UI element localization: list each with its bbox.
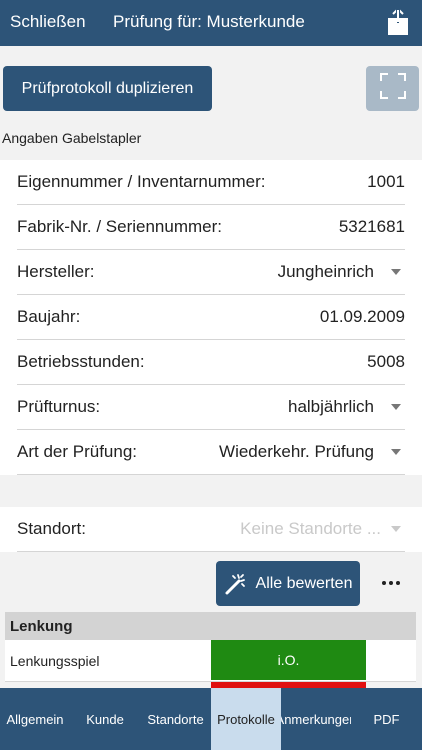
field-value[interactable]: Keine Standorte ... xyxy=(240,519,405,539)
field-label: Standort: xyxy=(17,519,86,538)
more-icon[interactable] xyxy=(378,572,404,594)
field-inventory-number[interactable]: Eigennummer / Inventarnummer: 1001 xyxy=(17,160,405,205)
rate-all-label: Alle bewerten xyxy=(255,574,353,592)
checklist-item: Lenkungsspiel i.O. xyxy=(5,640,416,682)
field-operating-hours[interactable]: Betriebsstunden: 5008 xyxy=(17,340,405,385)
field-value[interactable]: 1001 xyxy=(367,172,405,192)
duplicate-protocol-button[interactable]: Prüfprotokoll duplizieren xyxy=(3,66,212,111)
page-title: Prüfung für: Musterkunde xyxy=(113,12,305,31)
section-label: Angaben Gabelstapler xyxy=(2,130,142,146)
magic-wand-icon xyxy=(225,573,245,594)
tab-general[interactable]: Allgemein xyxy=(0,688,70,750)
chevron-down-icon xyxy=(391,404,401,410)
field-value[interactable]: halbjährlich xyxy=(288,397,405,417)
field-label: Hersteller: xyxy=(17,262,95,281)
chevron-down-icon xyxy=(391,449,401,455)
field-value[interactable]: Wiederkehr. Prüfung xyxy=(219,442,405,462)
fullscreen-icon xyxy=(379,73,406,104)
tab-pdf[interactable]: PDF xyxy=(351,688,422,750)
field-value[interactable]: Jungheinrich xyxy=(278,262,405,282)
share-icon[interactable] xyxy=(386,7,410,36)
close-button[interactable]: Schließen xyxy=(10,12,86,32)
tab-notes[interactable]: Anmerkungen xyxy=(281,688,351,750)
chevron-down-icon xyxy=(391,526,401,532)
field-year-of-manufacture[interactable]: Baujahr: 01.09.2009 xyxy=(17,295,405,340)
field-value[interactable]: 5321681 xyxy=(339,217,405,237)
field-serial-number[interactable]: Fabrik-Nr. / Seriennummer: 5321681 xyxy=(17,205,405,250)
bottom-tab-bar: Allgemein Kunde Standorte Protokolle Anm… xyxy=(0,688,422,750)
fullscreen-button[interactable] xyxy=(366,66,419,111)
status-ok-button[interactable]: i.O. xyxy=(211,640,366,680)
checklist-item-label: Lenkungsspiel xyxy=(10,653,100,669)
chevron-down-icon xyxy=(391,269,401,275)
field-location-select[interactable]: Standort: Keine Standorte ... xyxy=(17,507,405,552)
field-label: Prüfturnus: xyxy=(17,397,101,416)
location-section: Standort: Keine Standorte ... xyxy=(0,507,422,552)
field-value[interactable]: 5008 xyxy=(367,352,405,372)
checklist-group-header: Lenkung xyxy=(5,612,416,640)
forklift-details-form: Eigennummer / Inventarnummer: 1001 Fabri… xyxy=(0,160,422,475)
tab-customer[interactable]: Kunde xyxy=(70,688,140,750)
field-label: Baujahr: xyxy=(17,307,81,326)
rate-all-button[interactable]: Alle bewerten xyxy=(216,561,360,606)
field-inspection-type-select[interactable]: Art der Prüfung: Wiederkehr. Prüfung xyxy=(17,430,405,475)
field-value[interactable]: 01.09.2009 xyxy=(320,307,405,327)
field-inspection-interval-select[interactable]: Prüfturnus: halbjährlich xyxy=(17,385,405,430)
field-label: Betriebsstunden: xyxy=(17,352,145,371)
field-label: Fabrik-Nr. / Seriennummer: xyxy=(17,217,222,236)
field-label: Art der Prüfung: xyxy=(17,442,138,461)
tab-protocols[interactable]: Protokolle xyxy=(211,688,281,750)
field-manufacturer-select[interactable]: Hersteller: Jungheinrich xyxy=(17,250,405,295)
tab-locations[interactable]: Standorte xyxy=(140,688,211,750)
field-label: Eigennummer / Inventarnummer: xyxy=(17,172,266,191)
top-bar: Schließen Prüfung für: Musterkunde xyxy=(0,0,422,46)
